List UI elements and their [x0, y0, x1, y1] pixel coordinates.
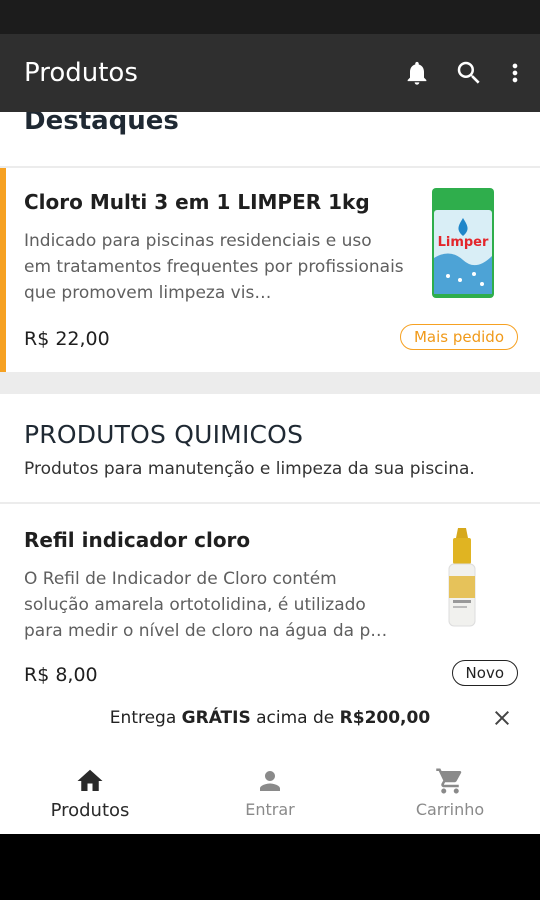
product-description: Indicado para piscinas residenciais e us… — [24, 231, 404, 303]
badge-novo: Novo — [451, 660, 518, 686]
product-list[interactable]: Destaques Cloro Multi 3 em 1 LIMPER 1kg … — [0, 112, 540, 692]
cart-icon — [436, 768, 462, 794]
featured-product-card[interactable]: Cloro Multi 3 em 1 LIMPER 1kg Indicado p… — [0, 168, 540, 372]
search-icon[interactable] — [446, 50, 492, 96]
section-title-destaques: Destaques — [24, 112, 179, 136]
person-icon — [260, 771, 280, 791]
product-image-limper: Limper — [432, 188, 494, 298]
product-price: R$ 22,00 — [24, 328, 110, 350]
free-shipping-highlight: GRÁTIS — [181, 708, 251, 728]
nav-item-entrar[interactable]: Entrar — [180, 744, 360, 834]
more-vert-icon[interactable] — [498, 50, 532, 96]
product-price: R$ 8,00 — [24, 664, 98, 686]
nav-label: Carrinho — [415, 800, 485, 819]
section-separator — [0, 372, 540, 394]
product-name: Cloro Multi 3 em 1 LIMPER 1kg — [24, 190, 370, 214]
close-icon[interactable] — [490, 706, 514, 730]
app-bar: Produtos — [0, 34, 540, 112]
featured-accent-bar — [0, 168, 6, 372]
app-bar-actions — [388, 50, 540, 96]
category-subtitle: Produtos para manutenção e limpeza da su… — [24, 459, 475, 479]
free-shipping-prefix: Entrega — [109, 708, 177, 728]
product-card[interactable]: Refil indicador cloro O Refil de Indicad… — [0, 504, 540, 692]
home-icon — [77, 769, 103, 791]
product-description: O Refil de Indicador de Cloro contém sol… — [24, 569, 388, 641]
free-shipping-banner: Entrega GRÁTIS acima de R$200,00 — [0, 692, 540, 744]
product-name: Refil indicador cloro — [24, 528, 251, 552]
system-navigation-bar — [0, 834, 540, 900]
badge-mais-pedido: Mais pedido — [399, 324, 518, 350]
free-shipping-middle: acima de — [256, 708, 335, 728]
status-bar — [0, 0, 540, 34]
category-title: PRODUTOS QUIMICOS — [24, 420, 304, 449]
nav-item-carrinho[interactable]: Carrinho — [360, 744, 540, 834]
bell-icon[interactable] — [394, 50, 440, 96]
svg-text:Limper: Limper — [438, 235, 489, 250]
nav-label: Produtos — [50, 800, 130, 821]
nav-label: Entrar — [245, 800, 295, 819]
free-shipping-amount: R$200,00 — [339, 708, 431, 728]
page-title: Produtos — [24, 58, 138, 88]
nav-item-produtos[interactable]: Produtos — [0, 744, 180, 834]
product-image-refil — [448, 528, 476, 627]
bottom-navigation: Produtos Entrar Carrinho — [0, 744, 540, 834]
